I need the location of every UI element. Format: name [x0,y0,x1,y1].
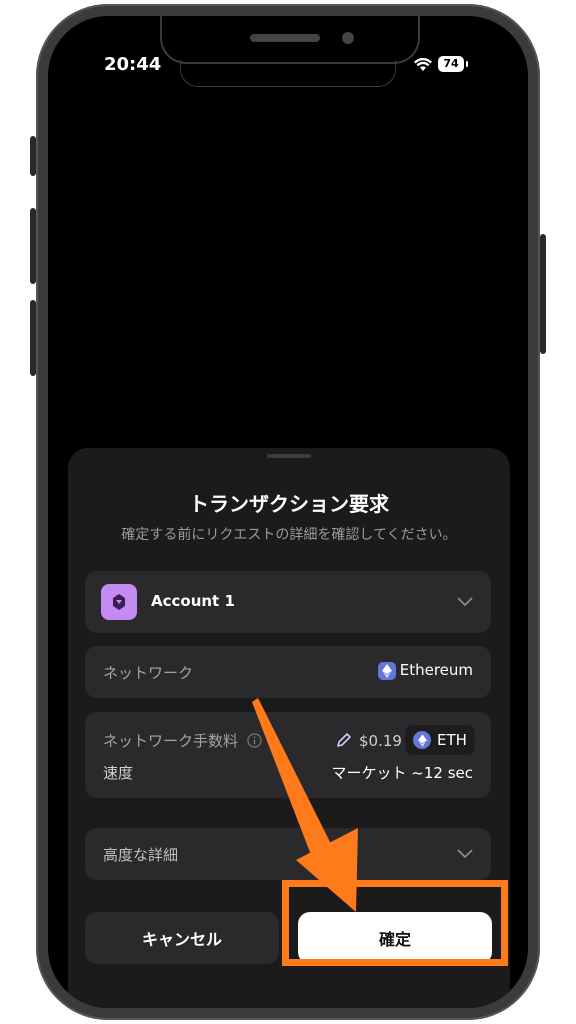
fee-label: ネットワーク手数料 [103,730,262,751]
sheet-subtitle: 確定する前にリクエストの詳細を確認してください。 [121,527,457,543]
network-name: Ethereum [399,661,473,679]
camera-icon [342,32,354,44]
chevron-down-icon [457,849,473,859]
confirm-highlight-box [282,880,508,966]
wifi-icon [414,58,432,71]
network-fee-card: ネットワーク手数料 $0.19 ETH 速度 マーケット ~12 sec [85,712,491,798]
account-name: Account 1 [151,592,235,610]
fee-label-text: ネットワーク手数料 [103,732,239,750]
fee-amount: $0.19 [359,732,402,750]
edit-fee-pencil-icon[interactable] [335,731,353,749]
sheet-grab-handle[interactable] [267,454,311,458]
phone-volume-up-button [30,208,36,284]
ethereum-icon [377,661,396,680]
chevron-down-icon [457,597,473,607]
speed-value: マーケット ~12 sec [331,764,473,782]
network-value: Ethereum [377,661,473,680]
sheet-title: トランザクション要求 [189,492,389,516]
phone-action-button [30,136,36,176]
status-time: 20:44 [104,54,162,75]
network-label: ネットワーク [103,664,194,682]
phone-screen: 20:44 74 トランザクション要求 確定する前にリクエストの詳細を確認してく… [48,16,528,1008]
dynamic-island [180,60,396,87]
phone-volume-down-button [30,300,36,376]
battery-indicator: 74 [438,56,468,72]
info-icon[interactable] [247,733,262,748]
speaker-grille [250,34,320,42]
speed-label: 速度 [103,764,134,782]
network-row: ネットワーク Ethereum [85,646,491,698]
eth-icon [413,731,432,749]
advanced-details-toggle[interactable]: 高度な詳細 [85,828,491,880]
advanced-label: 高度な詳細 [103,846,179,864]
notch [160,16,420,64]
phone-power-button [540,234,546,354]
cancel-button[interactable]: キャンセル [85,912,279,964]
account-selector[interactable]: Account 1 [85,571,491,633]
fee-token: ETH [437,731,467,749]
fee-token-pill[interactable]: ETH [405,725,475,755]
account-logo-icon [101,584,137,620]
